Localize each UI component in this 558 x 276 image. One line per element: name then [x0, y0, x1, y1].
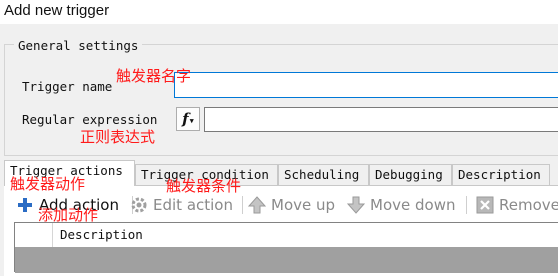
- regex-input[interactable]: [204, 107, 558, 132]
- tab-description[interactable]: Description: [452, 164, 550, 185]
- remove-icon: [476, 196, 494, 214]
- chevron-down-icon: ▼: [189, 117, 194, 125]
- tab-debugging[interactable]: Debugging: [369, 164, 452, 185]
- actions-table[interactable]: Description: [14, 222, 558, 273]
- move-up-label: Move up: [271, 196, 336, 214]
- table-header: Description: [15, 223, 558, 248]
- tab-bar: Trigger actions Trigger condition Schedu…: [4, 160, 558, 186]
- general-settings-legend: General settings: [14, 38, 143, 54]
- move-down-label: Move down: [370, 196, 456, 214]
- remove-button[interactable]: Remove: [476, 193, 558, 217]
- window-title: Add new trigger: [0, 0, 558, 24]
- gear-icon: [131, 197, 147, 213]
- toolbar-separator: [242, 196, 243, 214]
- plus-icon: [18, 198, 32, 212]
- move-up-button[interactable]: Move up: [248, 193, 335, 217]
- function-button[interactable]: f ▼: [176, 107, 200, 131]
- annotation-add-action: 添加动作: [38, 206, 99, 224]
- annotation-trigger-condition: 触发器条件: [166, 177, 242, 195]
- function-icon: f: [182, 110, 189, 128]
- toolbar-separator: [466, 196, 467, 214]
- arrow-up-icon: [248, 196, 266, 214]
- tab-scheduling[interactable]: Scheduling: [278, 164, 369, 185]
- move-down-button[interactable]: Move down: [347, 193, 455, 217]
- arrow-down-icon: [347, 196, 365, 214]
- edit-action-label: Edit action: [153, 196, 233, 214]
- trigger-name-input[interactable]: [174, 72, 558, 98]
- trigger-name-label: Trigger name: [22, 79, 113, 94]
- annotation-trigger-actions: 触发器动作: [10, 175, 86, 193]
- edit-action-button[interactable]: Edit action: [130, 193, 233, 217]
- annotation-regex: 正则表达式: [80, 128, 156, 146]
- column-header-description[interactable]: Description: [60, 227, 143, 243]
- row-header-corner: [15, 223, 53, 247]
- remove-label: Remove: [499, 196, 558, 214]
- annotation-trigger-name: 触发器名字: [116, 67, 192, 85]
- regex-label: Regular expression: [22, 112, 158, 127]
- table-body[interactable]: [15, 247, 558, 273]
